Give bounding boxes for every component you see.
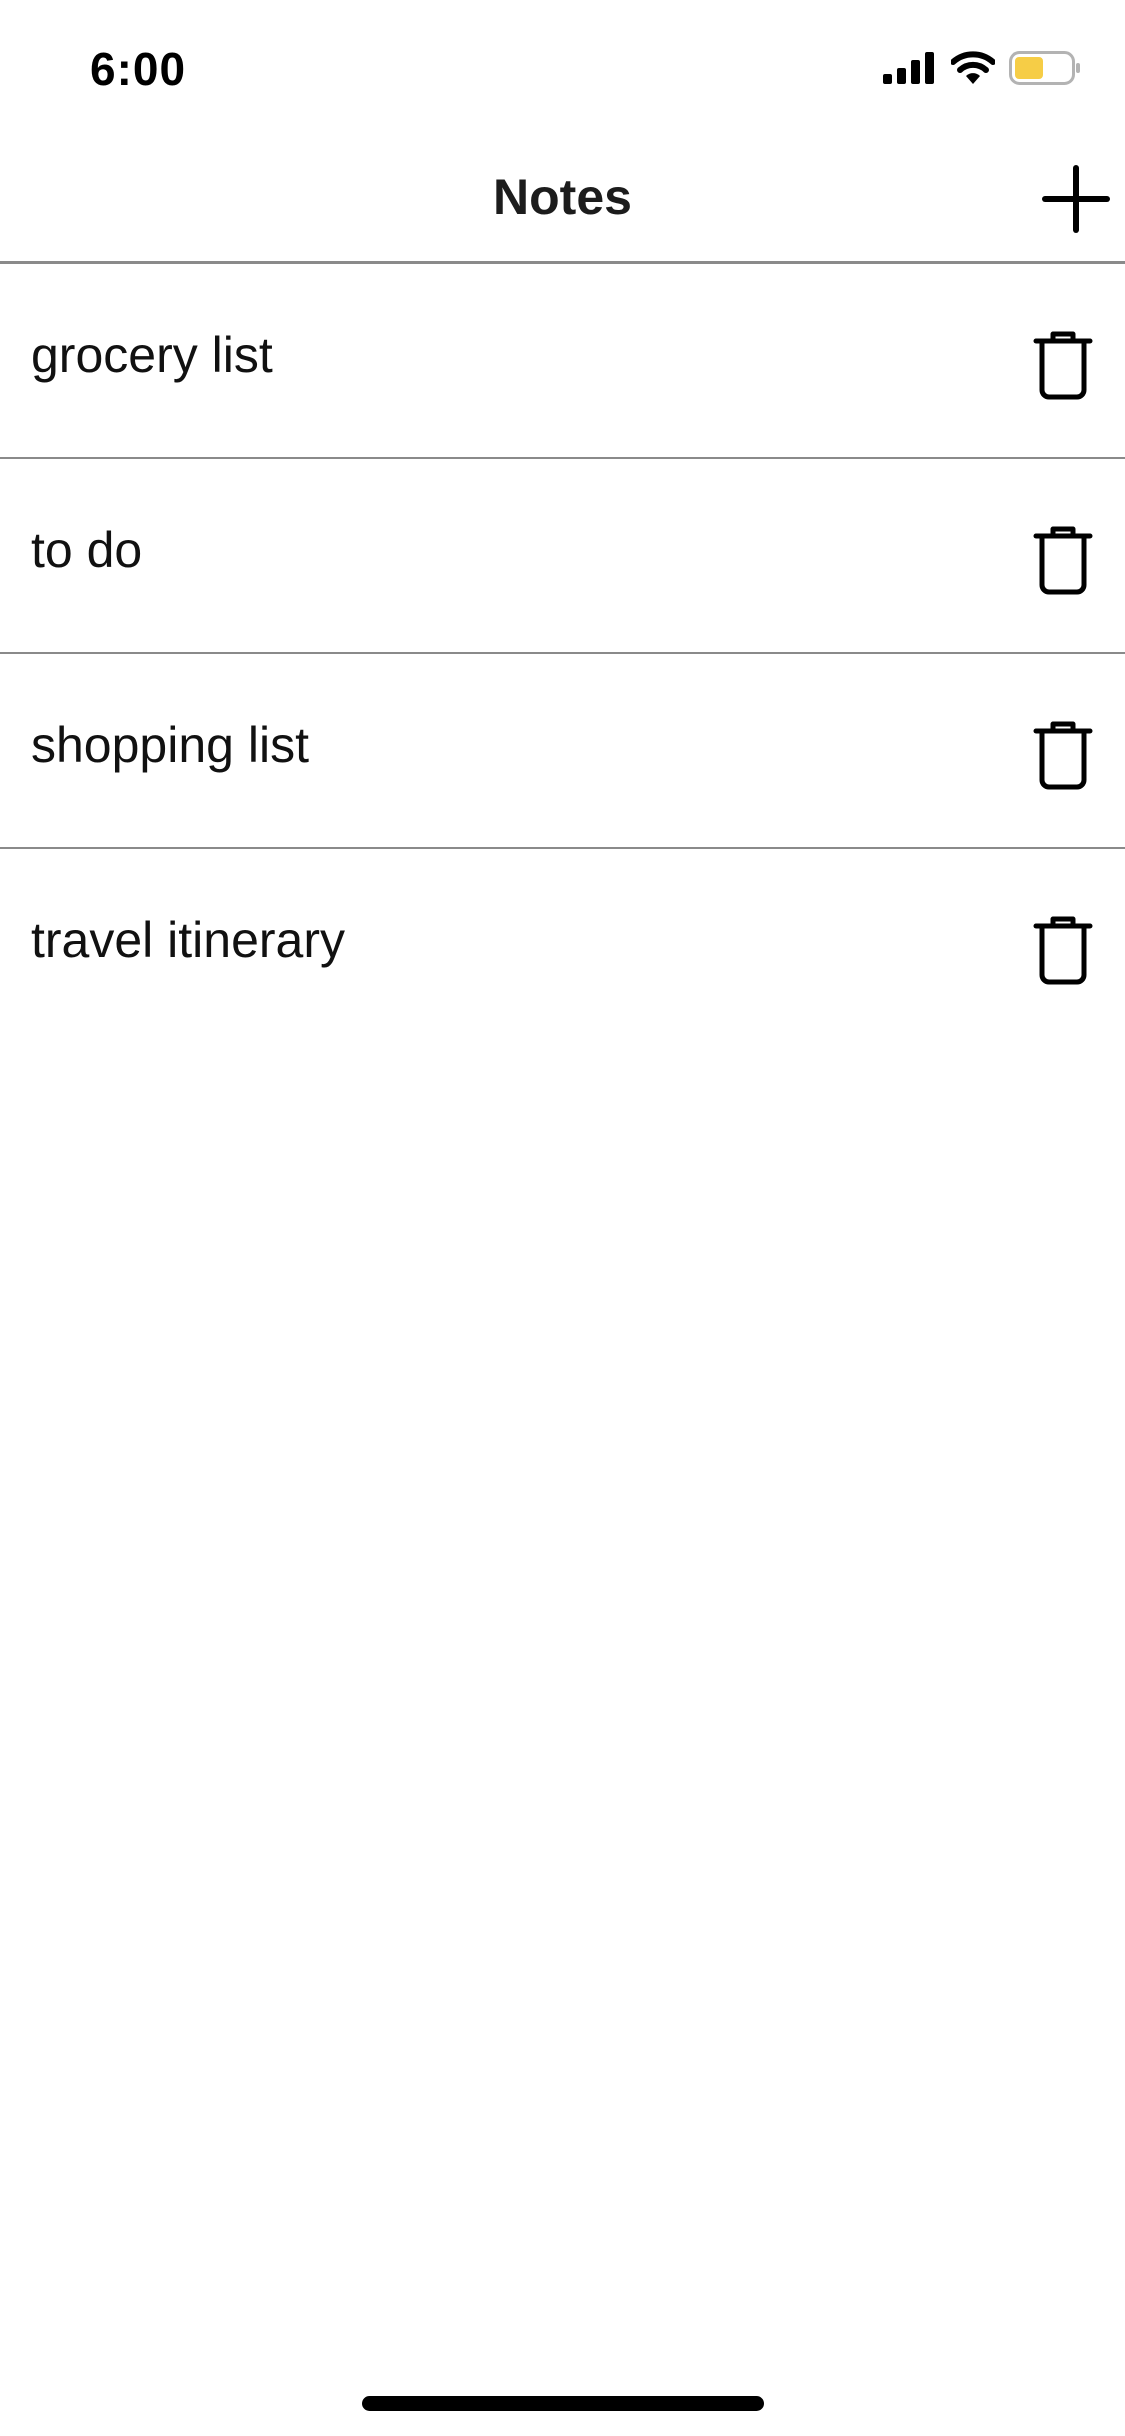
plus-icon bbox=[1042, 165, 1110, 233]
status-time: 6:00 bbox=[90, 43, 187, 95]
battery-icon bbox=[1009, 51, 1080, 85]
note-title: to do bbox=[31, 522, 143, 578]
note-row[interactable]: shopping list bbox=[0, 654, 1125, 849]
delete-note-button[interactable] bbox=[1033, 330, 1093, 400]
trash-icon bbox=[1033, 916, 1093, 985]
signal-icon bbox=[883, 52, 934, 84]
add-note-button[interactable] bbox=[1041, 164, 1111, 234]
delete-note-button[interactable] bbox=[1033, 915, 1093, 985]
page-title: Notes bbox=[493, 169, 632, 225]
delete-note-button[interactable] bbox=[1033, 525, 1093, 595]
trash-icon bbox=[1033, 721, 1093, 790]
trash-icon bbox=[1033, 526, 1093, 595]
delete-note-button[interactable] bbox=[1033, 720, 1093, 790]
note-title: shopping list bbox=[31, 717, 309, 773]
home-indicator[interactable] bbox=[362, 2396, 764, 2411]
status-icons bbox=[883, 46, 1081, 90]
note-row[interactable]: to do bbox=[0, 459, 1125, 654]
note-row[interactable]: travel itinerary bbox=[0, 849, 1125, 1044]
note-row[interactable]: grocery list bbox=[0, 264, 1125, 459]
status-bar: 6:00 bbox=[0, 0, 1125, 132]
note-title: grocery list bbox=[31, 327, 273, 383]
trash-icon bbox=[1033, 331, 1093, 400]
notes-list: grocery list to do shopping list travel … bbox=[0, 264, 1125, 1044]
wifi-icon bbox=[951, 51, 995, 84]
note-title: travel itinerary bbox=[31, 912, 345, 968]
nav-bar: Notes bbox=[0, 132, 1125, 264]
